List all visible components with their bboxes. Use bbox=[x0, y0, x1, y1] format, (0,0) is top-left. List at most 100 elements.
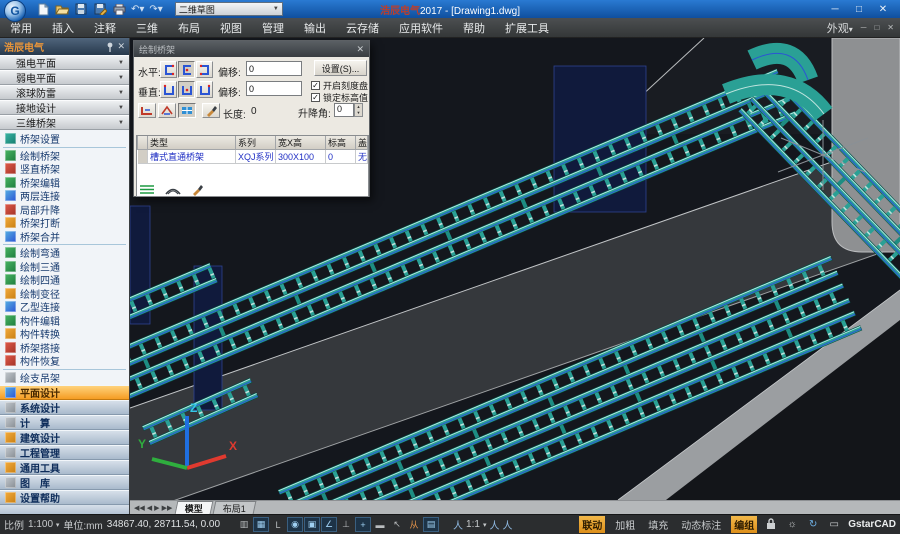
menu-item-common[interactable]: 常用 bbox=[0, 18, 42, 37]
cell-elevation[interactable]: 0 bbox=[326, 150, 356, 164]
workspace-combo[interactable]: 二维草图 ▼ bbox=[175, 2, 283, 16]
redo-icon[interactable]: ↷▾ bbox=[149, 4, 162, 15]
cell-series[interactable]: XQJ系列 bbox=[236, 150, 276, 164]
accordion-system-design[interactable]: 系统设计 bbox=[0, 400, 129, 415]
osnap-icon[interactable]: ▣ bbox=[304, 517, 320, 532]
h-style-button-3[interactable] bbox=[196, 61, 213, 78]
menu-item-cloud[interactable]: 云存储 bbox=[336, 18, 389, 37]
open-file-icon[interactable] bbox=[55, 3, 69, 16]
app-logo-icon[interactable]: G bbox=[4, 0, 26, 22]
accordion-project-manage[interactable]: 工程管理 bbox=[0, 445, 129, 460]
tool-draw-elbow[interactable]: 绘制弯通 bbox=[0, 246, 129, 260]
clean-screen-icon[interactable]: ▭ bbox=[827, 519, 841, 530]
v-style-button-2[interactable] bbox=[178, 81, 195, 98]
print-icon[interactable] bbox=[112, 3, 126, 16]
drawing-viewport[interactable]: Z X Y 绘制桥架 ✕ 水平: bbox=[130, 38, 900, 500]
tool-draw-tee[interactable]: 绘制三通 bbox=[0, 260, 129, 274]
annotation-scale-value[interactable]: 1:1 bbox=[466, 519, 480, 530]
straight-tray-icon[interactable] bbox=[139, 184, 155, 195]
tab-nav-last-icon[interactable]: ▶▶ bbox=[162, 504, 173, 512]
brush-button[interactable] bbox=[202, 103, 220, 118]
dyn-input-icon[interactable]: + bbox=[355, 517, 371, 532]
accordion-library[interactable]: 图 库 bbox=[0, 475, 129, 490]
dialog-title-bar[interactable]: 绘制桥架 ✕ bbox=[134, 41, 369, 57]
lock-icon[interactable] bbox=[764, 518, 778, 532]
tray-view-button-1[interactable] bbox=[138, 103, 156, 118]
toggle-linkage[interactable]: 联动 bbox=[579, 516, 605, 533]
select-icon[interactable]: ↖ bbox=[389, 517, 405, 532]
maximize-button[interactable]: □ bbox=[852, 4, 866, 15]
menu-item-apps[interactable]: 应用软件 bbox=[389, 18, 453, 37]
tab-nav-next-icon[interactable]: ▶ bbox=[154, 504, 159, 512]
annotation-visibility-icon[interactable]: 人 bbox=[489, 517, 499, 532]
rise-angle-value[interactable]: 0 bbox=[334, 103, 354, 117]
v-style-button-3[interactable] bbox=[196, 81, 213, 98]
ortho-icon[interactable]: L bbox=[270, 517, 286, 532]
tool-draw-cross[interactable]: 绘制四通 bbox=[0, 273, 129, 287]
tool-draw-hanger[interactable]: 绘支吊架 bbox=[0, 371, 129, 385]
tab-layout1[interactable]: 布局1 bbox=[213, 501, 257, 514]
close-button[interactable]: ✕ bbox=[876, 4, 890, 15]
tool-two-layer-connect[interactable]: 两层连接 bbox=[0, 189, 129, 203]
accordion-calculation[interactable]: 计 算 bbox=[0, 415, 129, 430]
tool-draw-reducer[interactable]: 绘制变径 bbox=[0, 287, 129, 301]
palette-section-grounding[interactable]: 接地设计▼ bbox=[0, 100, 129, 115]
menu-item-output[interactable]: 输出 bbox=[294, 18, 336, 37]
palette-section-3d-tray[interactable]: 三维桥架▼ bbox=[0, 115, 129, 130]
new-file-icon[interactable] bbox=[36, 3, 50, 16]
snap-icon[interactable]: ▥ bbox=[236, 517, 252, 532]
dialog-close-icon[interactable]: ✕ bbox=[356, 44, 364, 55]
v-style-button-1[interactable] bbox=[160, 81, 177, 98]
palette-section-lightning[interactable]: 滚球防雷▼ bbox=[0, 85, 129, 100]
scale-combo[interactable]: 1:100 ▾ bbox=[28, 519, 59, 530]
tool-tray-break[interactable]: 桥架打断 bbox=[0, 216, 129, 230]
polar-icon[interactable]: ◉ bbox=[287, 517, 303, 532]
minimize-button[interactable]: ─ bbox=[828, 4, 842, 15]
accordion-plane-design[interactable]: 平面设计 bbox=[0, 385, 129, 400]
menu-item-express-tools[interactable]: 扩展工具 bbox=[495, 18, 559, 37]
h-style-button-1[interactable] bbox=[160, 61, 177, 78]
palette-header[interactable]: 浩辰电气 ✕ bbox=[0, 38, 129, 55]
accordion-settings-help[interactable]: 设置帮助 bbox=[0, 490, 129, 505]
cell-type[interactable]: 槽式直通桥架 bbox=[148, 150, 236, 164]
rise-angle-spinner[interactable]: 0 ▲▼ bbox=[334, 103, 363, 117]
tray-view-button-3[interactable] bbox=[178, 103, 196, 118]
menu-item-3d[interactable]: 三维 bbox=[126, 18, 168, 37]
tool-component-edit[interactable]: 构件编辑 bbox=[0, 314, 129, 328]
accordion-common-tools[interactable]: 通用工具 bbox=[0, 460, 129, 475]
tab-nav-prev-icon[interactable]: ◀ bbox=[147, 504, 152, 512]
toggle-group[interactable]: 编组 bbox=[731, 516, 757, 533]
collab-icon[interactable]: 从 bbox=[406, 517, 422, 532]
accordion-building-design[interactable]: 建筑设计 bbox=[0, 430, 129, 445]
brush-tool-icon[interactable] bbox=[191, 184, 205, 196]
undo-icon[interactable]: ↶▾ bbox=[131, 4, 144, 15]
arc-tray-icon[interactable] bbox=[165, 184, 181, 195]
annotation-person-icon[interactable]: 人 bbox=[453, 517, 463, 532]
menu-item-layout[interactable]: 布局 bbox=[168, 18, 210, 37]
pin-icon[interactable] bbox=[106, 42, 114, 52]
tool-component-convert[interactable]: 构件转换 bbox=[0, 327, 129, 341]
ducs-icon[interactable]: ⊥ bbox=[338, 517, 354, 532]
menu-item-help[interactable]: 帮助 bbox=[453, 18, 495, 37]
tray-view-button-2[interactable] bbox=[158, 103, 176, 118]
menu-item-insert[interactable]: 插入 bbox=[42, 18, 84, 37]
toggle-bold[interactable]: 加粗 bbox=[612, 516, 638, 533]
otrack-icon[interactable]: ∠ bbox=[321, 517, 337, 532]
menu-item-annotate[interactable]: 注释 bbox=[84, 18, 126, 37]
palette-close-icon[interactable]: ✕ bbox=[117, 41, 125, 52]
lightbulb-icon[interactable]: ☼ bbox=[785, 519, 799, 530]
cell-cover[interactable]: 无 bbox=[356, 150, 368, 164]
tool-tray-settings[interactable]: 桥架设置 bbox=[0, 132, 129, 146]
tool-tray-merge[interactable]: 桥架合并 bbox=[0, 230, 129, 244]
palette-section-weak-power[interactable]: 弱电平面▼ bbox=[0, 70, 129, 85]
save-as-icon[interactable] bbox=[93, 3, 107, 16]
toggle-fill[interactable]: 填充 bbox=[645, 516, 671, 533]
doc-close-button[interactable]: ✕ bbox=[887, 23, 894, 32]
tool-vertical-tray[interactable]: 竖直桥架 bbox=[0, 162, 129, 176]
h-style-button-2[interactable] bbox=[178, 61, 195, 78]
menu-item-view[interactable]: 视图 bbox=[210, 18, 252, 37]
tab-model[interactable]: 模型 bbox=[175, 501, 214, 514]
monitor-icon[interactable]: ▤ bbox=[423, 517, 439, 532]
menu-item-manage[interactable]: 管理 bbox=[252, 18, 294, 37]
tool-component-restore[interactable]: 构件恢复 bbox=[0, 354, 129, 368]
